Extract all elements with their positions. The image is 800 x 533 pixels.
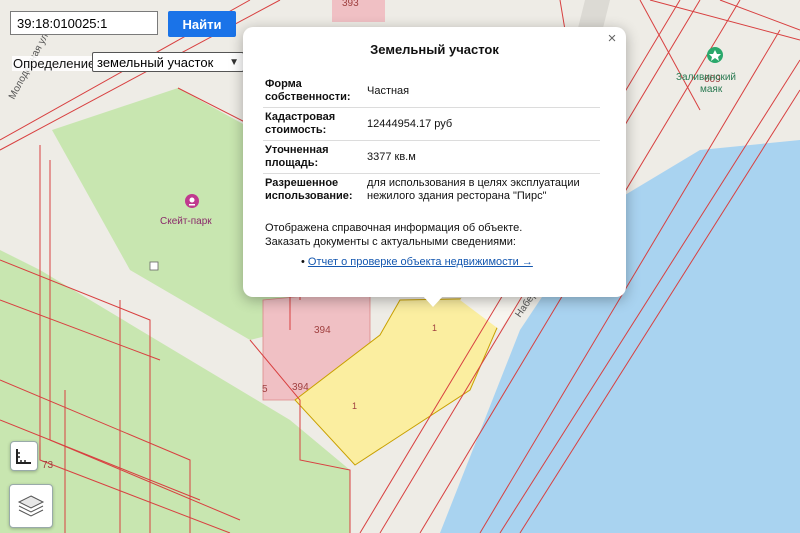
info-value: 3377 кв.м: [365, 140, 600, 174]
popup-note: Отображена справочная информация об объе…: [265, 221, 605, 249]
popup-link-row: • Отчет о проверке объекта недвижимости …: [301, 256, 533, 268]
info-key: Форма собственности:: [265, 78, 351, 103]
info-value: Частная: [367, 84, 410, 97]
measure-tool-button[interactable]: [10, 441, 38, 471]
table-row: Форма собственности: Частная: [263, 75, 600, 108]
lighthouse-pin-icon[interactable]: [707, 47, 723, 63]
property-report-link[interactable]: Отчет о проверке объекта недвижимости →: [308, 256, 533, 268]
popup-title: Земельный участок: [370, 42, 499, 57]
popup-note-line1: Отображена справочная информация об объе…: [265, 222, 523, 234]
definition-select[interactable]: земельный участок ▼: [92, 52, 244, 72]
map-label-73: 73: [42, 460, 54, 471]
bullet: •: [301, 256, 305, 268]
popup-note-line2: Заказать документы с актуальными сведени…: [265, 236, 516, 248]
info-key: Кадастровая стоимость:: [263, 107, 365, 141]
table-row: Кадастровая стоимость: 12444954.17 руб: [263, 107, 600, 141]
map-label-parcel-1a: 1: [432, 323, 437, 333]
map-label-5: 5: [262, 384, 268, 395]
layers-icon: [17, 495, 45, 517]
map-label-parcel-1b: 1: [352, 401, 357, 411]
info-value: для использования в целях эксплуатации н…: [365, 173, 600, 206]
chevron-down-icon: ▼: [229, 56, 239, 68]
map-label-393: 393: [342, 0, 359, 9]
table-row: Разрешенное использование: для использов…: [263, 173, 600, 206]
map-marker-icon: [149, 261, 159, 271]
definition-selected-value: земельный участок: [97, 54, 214, 70]
search-button[interactable]: Найти: [168, 11, 236, 37]
skatepark-pin-icon[interactable]: [185, 194, 199, 208]
map-label-394b: 394: [292, 382, 309, 393]
measure-tool-icon: [16, 449, 31, 464]
layers-button[interactable]: [9, 484, 53, 528]
definition-label: Определение:: [12, 56, 100, 71]
map-label-lighthouse-line1: Заливинский: [676, 72, 736, 83]
info-key: Разрешенное использование:: [263, 173, 365, 206]
parcel-info-popup: × Земельный участок Форма собственности:…: [243, 27, 626, 297]
info-value: 12444954.17 руб: [365, 107, 600, 141]
cadastral-search-input[interactable]: [10, 11, 158, 35]
info-key: Уточненная площадь:: [263, 140, 365, 174]
parcel-info-table: Форма собственности: Частная Кадастровая…: [263, 75, 600, 206]
map-label-lighthouse-line2: маяк: [700, 84, 723, 95]
popup-pointer: [422, 295, 444, 307]
map-label-394a: 394: [314, 325, 331, 336]
map-label-skatepark: Скейт-парк: [160, 216, 212, 227]
table-row: Уточненная площадь: 3377 кв.м: [263, 140, 600, 174]
